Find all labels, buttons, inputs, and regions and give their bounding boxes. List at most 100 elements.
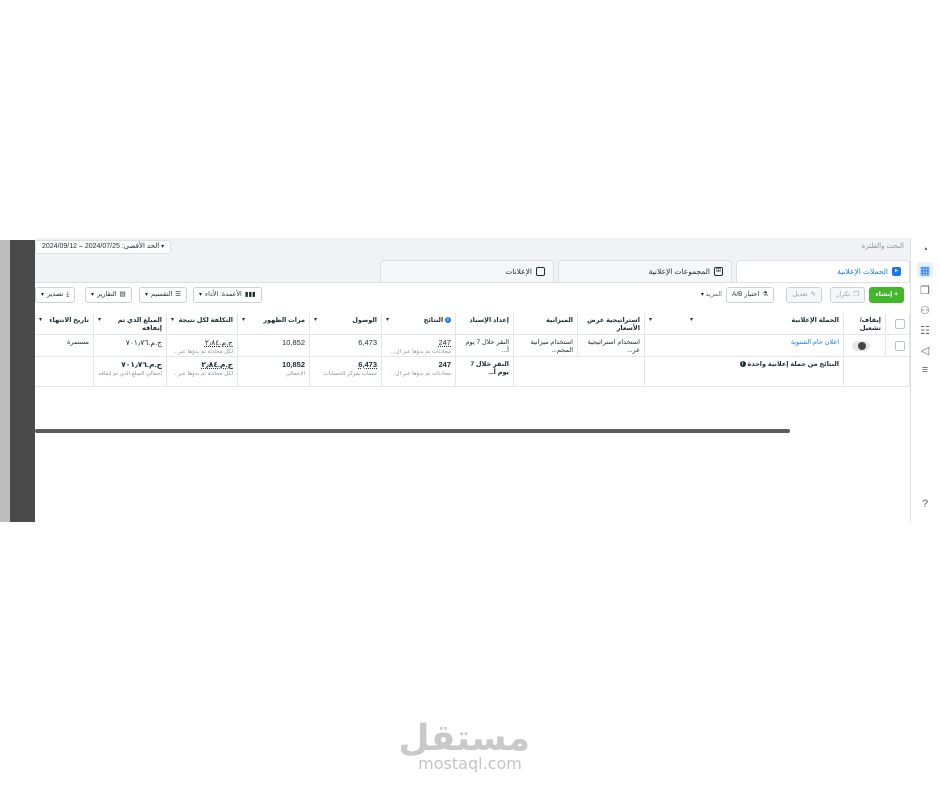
campaign-toggle[interactable] xyxy=(852,341,870,351)
ab-test-button[interactable]: ⚗ اختبار A/B xyxy=(726,287,774,303)
create-button[interactable]: + إنشاء xyxy=(869,287,904,303)
right-icon-rail: ◔ ▦ ❐ ⚇ ☷ ◁ ≡ ? xyxy=(910,238,940,522)
summary-reach: 6,473 حساب بمركز الحسابات xyxy=(310,357,382,386)
row-results: 247 محادثات تم بدؤها عبر ال... xyxy=(382,335,456,356)
pages-icon[interactable]: ❐ xyxy=(917,282,933,298)
toolbar: + إنشاء ❐ تكرار ✎ تعديل ⚗ اختبار A/B المزيد… xyxy=(35,287,910,305)
tab-ads[interactable]: الإعلانات xyxy=(380,260,554,282)
chevron-down-icon: ▾ xyxy=(91,292,95,298)
col-attribution[interactable]: إعداد الإسناد xyxy=(456,313,514,334)
summary-results-value: 247 xyxy=(438,360,451,369)
row-cost-sub: لكل محادثة تم بدؤها عبر... xyxy=(173,349,234,355)
row-end-date: مستمرة xyxy=(35,335,94,356)
search-input[interactable]: البحث والفلترة xyxy=(724,240,905,254)
export-dropdown[interactable]: ⤓ تصدير ▾ xyxy=(35,287,76,303)
summary-spacer xyxy=(844,357,910,386)
audience-icon[interactable]: ⚇ xyxy=(917,302,933,318)
row-select-cell xyxy=(886,335,910,356)
row-amount-spent: ج.م.‏٧٠١٫٧٦ xyxy=(94,335,167,356)
page: ◔ ▦ ❐ ⚇ ☷ ◁ ≡ ? ▾ الحد الأقصى: 2024/07/2… xyxy=(0,0,940,788)
edit-button[interactable]: ✎ تعديل xyxy=(786,287,822,303)
row-impressions-value: 10,852 xyxy=(282,338,305,347)
chevron-down-icon: ▾ xyxy=(690,317,694,323)
date-range-label: الحد الأقصى: 2024/07/25 – 2024/09/12 xyxy=(42,243,160,250)
row-toggle-cell xyxy=(844,335,886,356)
campaigns-panel: + إنشاء ❐ تكرار ✎ تعديل ⚗ اختبار A/B المزيد… xyxy=(35,282,910,522)
chevron-down-icon: ▾ xyxy=(145,292,149,298)
summary-impressions: 10,852 الإجمالي xyxy=(238,357,310,386)
watermark-logo: مستقل xyxy=(398,718,530,759)
date-range-picker[interactable]: ▾ الحد الأقصى: 2024/07/25 – 2024/09/12 xyxy=(35,240,172,254)
table-row[interactable]: اعلان جام الشتوية استخدام استراتيجية عر.… xyxy=(35,335,910,357)
row-checkbox[interactable] xyxy=(895,341,905,351)
tab-ad-sets-label: المجموعات الإعلانية xyxy=(648,266,710,276)
columns-dropdown[interactable]: ▮▮▮ الأعمدة: الأداء ▾ xyxy=(193,287,262,303)
reports-dropdown[interactable]: ▤ التقارير ▾ xyxy=(85,287,132,303)
table-icon[interactable]: ▦ xyxy=(917,262,933,278)
export-label: تصدير xyxy=(47,291,64,298)
menu-icon[interactable]: ≡ xyxy=(917,362,933,378)
more-dropdown[interactable]: المزيد ▾ xyxy=(701,287,722,303)
catalog-icon[interactable]: ☷ xyxy=(917,322,933,338)
summary-campaign: النتائج من حملة إعلانية واحدة i xyxy=(645,357,844,386)
tab-ad-sets[interactable]: ⊞ المجموعات الإعلانية xyxy=(558,260,732,282)
col-amount-spent[interactable]: المبلغ الذي تم إنفاقه ▾ xyxy=(94,313,167,334)
row-reach-value: 6,473 xyxy=(358,338,377,347)
summary-results: 247 محادثات تم بدؤها عبر ال... xyxy=(382,357,456,386)
col-impressions[interactable]: مرات الظهور ▾ xyxy=(238,313,310,334)
breakdown-label: التقسيم xyxy=(151,291,173,298)
ad-icon xyxy=(536,267,545,276)
col-budget[interactable]: الميزانية xyxy=(514,313,578,334)
columns-icon: ▮▮▮ xyxy=(244,291,256,298)
col-bid-strategy[interactable]: استراتيجية عرض الأسعار xyxy=(578,313,645,334)
breakdown-dropdown[interactable]: ☰ التقسيم ▾ xyxy=(139,287,187,303)
chevron-down-icon: ▾ xyxy=(199,292,203,298)
summary-reach-sub: حساب بمركز الحسابات xyxy=(323,371,377,377)
top-bar: ▾ الحد الأقصى: 2024/07/25 – 2024/09/12 ا… xyxy=(35,238,910,256)
chevron-down-icon: ▾ xyxy=(41,292,45,298)
ads-manager-main: ▾ الحد الأقصى: 2024/07/25 – 2024/09/12 ا… xyxy=(35,238,910,522)
select-all-checkbox[interactable] xyxy=(895,319,905,329)
col-reach[interactable]: الوصول ▾ xyxy=(310,313,382,334)
help-icon[interactable]: ? xyxy=(917,496,933,512)
megaphone-icon[interactable]: ◁ xyxy=(917,342,933,358)
tab-campaigns[interactable]: ▸ الحملات الإعلانية xyxy=(736,260,910,282)
left-strip-edge xyxy=(0,240,10,522)
summary-empty xyxy=(514,357,645,386)
horizontal-scrollbar[interactable] xyxy=(35,429,790,433)
campaign-name-link[interactable]: اعلان جام الشتوية xyxy=(645,335,844,356)
chevron-down-icon: ▾ xyxy=(161,244,165,250)
chevron-down-icon: ▾ xyxy=(700,292,704,298)
left-sidebar-strip xyxy=(0,240,35,522)
col-campaign[interactable]: الحملة الإعلانية ▾ ▾ xyxy=(645,313,844,334)
reports-label: التقارير xyxy=(97,291,117,298)
copy-icon: ❐ xyxy=(853,291,859,298)
summary-amount-value: ج.م.‏٧٠١٫٧٦ xyxy=(121,360,162,369)
col-reach-label: الوصول xyxy=(352,317,377,324)
duplicate-button[interactable]: ❐ تكرار xyxy=(830,287,865,303)
row-budget: استخدام ميزانية المجم... xyxy=(514,335,578,356)
row-impressions: 10,852 xyxy=(238,335,310,356)
table-header-row: إيقاف/ تشغيل الحملة الإعلانية ▾ ▾ استرات… xyxy=(35,313,910,335)
chevron-down-icon: ▾ xyxy=(171,317,175,323)
info-icon[interactable]: i xyxy=(739,361,746,368)
summary-end-date xyxy=(35,357,94,386)
row-reach: 6,473 xyxy=(310,335,382,356)
row-results-value: 247 xyxy=(438,338,451,347)
select-all-cell xyxy=(886,313,910,334)
gauge-icon[interactable]: ◔ xyxy=(917,242,933,258)
row-cost-per-result: ج.م.‏٢٫٨٤ لكل محادثة تم بدؤها عبر... xyxy=(167,335,238,356)
col-end-date[interactable]: تاريخ الانتهاء ▾ xyxy=(35,313,94,334)
summary-row: النتائج من حملة إعلانية واحدة i النقر خل… xyxy=(35,357,910,387)
more-label: المزيد xyxy=(705,291,722,298)
info-icon[interactable]: i xyxy=(445,317,451,324)
col-end-date-label: تاريخ الانتهاء xyxy=(49,317,89,324)
flask-icon: ⚗ xyxy=(762,291,768,298)
summary-campaign-label: النتائج من حملة إعلانية واحدة xyxy=(747,361,839,368)
col-results[interactable]: i النتائج ▾ xyxy=(382,313,456,334)
col-cost-per-result[interactable]: التكلفة لكل نتيجة ▾ xyxy=(167,313,238,334)
col-impressions-label: مرات الظهور xyxy=(263,317,305,324)
level-tabs: ▸ الحملات الإعلانية ⊞ المجموعات الإعلاني… xyxy=(35,260,910,282)
chevron-down-icon: ▾ xyxy=(39,317,43,323)
col-toggle[interactable]: إيقاف/ تشغيل xyxy=(844,313,886,334)
